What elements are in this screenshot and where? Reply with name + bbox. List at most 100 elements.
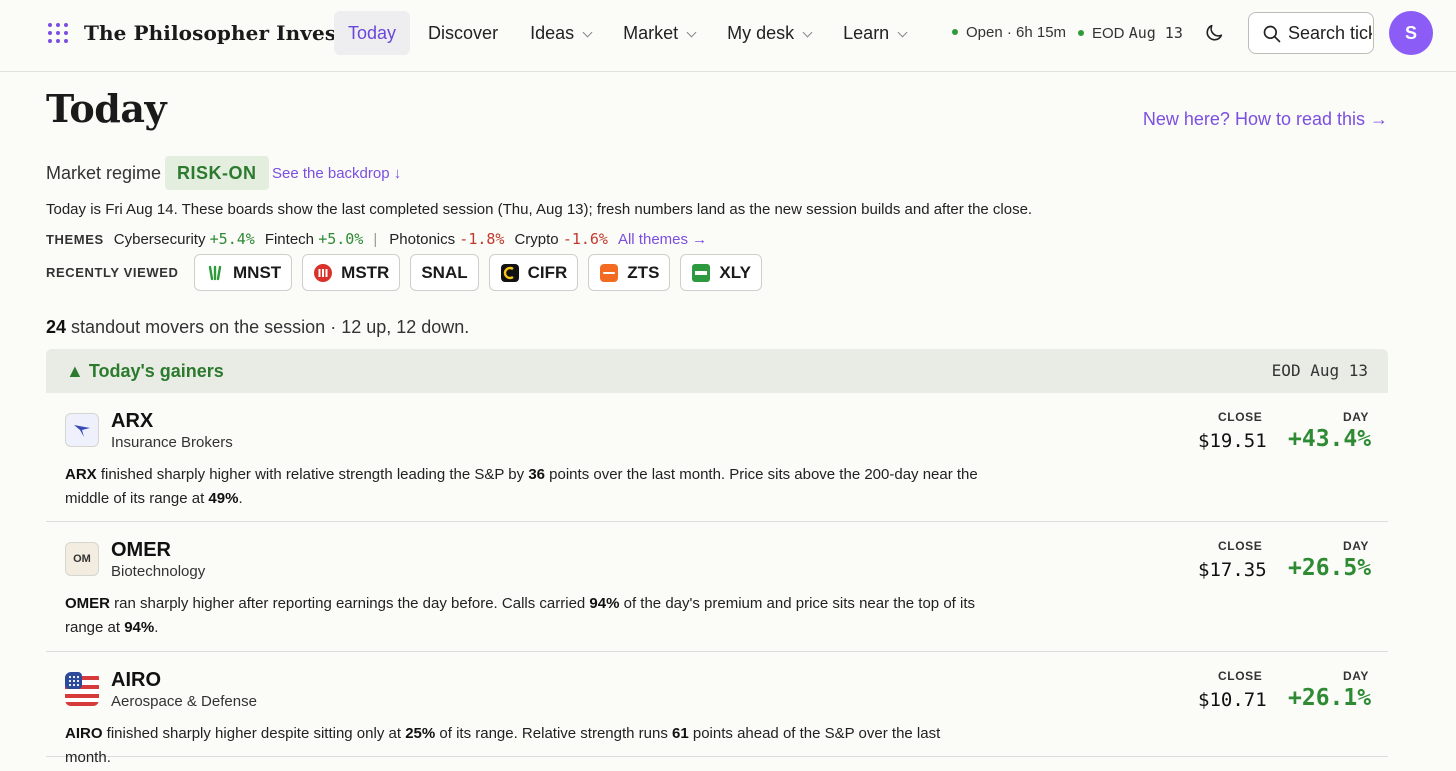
mover-card-airo[interactable]: AIRO Aerospace & Defense CLOSE DAY $10.7… (46, 652, 1388, 766)
close-label: CLOSE (1218, 669, 1263, 683)
omer-logo: OM (65, 542, 99, 576)
recent-chip-mnst[interactable]: MNST (194, 254, 293, 291)
market-status-text: Open · 6h 15m (966, 24, 1067, 41)
nav-my-desk[interactable]: My desk (713, 11, 825, 55)
nav-today[interactable]: Today (334, 11, 411, 55)
mover-ticker: ARX (111, 410, 154, 432)
nav-discover[interactable]: Discover (414, 11, 512, 55)
eod-status: EOD Aug 13 (1078, 24, 1183, 42)
recent-ticker: MNST (233, 262, 282, 282)
desc-part: ARX (65, 466, 97, 483)
dark-mode-moon-icon[interactable] (1203, 22, 1225, 44)
omer-logo-text: OM (73, 553, 91, 565)
movers-count: 24 (46, 317, 67, 337)
mover-card-arx[interactable]: ARX Insurance Brokers CLOSE DAY $19.51 +… (46, 393, 1388, 522)
us-flag-icon (65, 672, 99, 706)
monster-logo-icon (205, 262, 225, 283)
brand-logo-text[interactable]: The Philosopher Investor (84, 21, 370, 45)
recent-chip-mstr[interactable]: MSTR (302, 254, 401, 291)
search-input[interactable] (1288, 13, 1372, 53)
day-change: +43.4% (1288, 426, 1372, 452)
theme-change: +5.4% (209, 230, 255, 248)
status-dot-icon (952, 29, 958, 35)
theme-change: -1.8% (459, 230, 505, 248)
gainers-section-header: ▲ Today's gainers EOD Aug 13 (46, 349, 1388, 393)
theme-name: Cybersecurity (113, 231, 206, 248)
nav-market-label: Market (623, 23, 679, 43)
search-icon (1263, 25, 1281, 43)
see-backdrop-link[interactable]: See the backdrop ↓ (272, 165, 401, 182)
mover-description: ARX finished sharply higher with relativ… (65, 463, 985, 511)
day-change: +26.1% (1288, 685, 1372, 711)
app-grid-icon[interactable] (48, 23, 68, 43)
desc-part: finished sharply higher despite sitting … (102, 725, 406, 742)
cipher-logo-icon (500, 263, 519, 282)
theme-divider: | (373, 231, 378, 248)
theme-item[interactable]: Cybersecurity +5.4% (114, 230, 255, 248)
theme-change: +5.0% (318, 230, 364, 248)
mover-industry: Biotechnology (111, 563, 206, 580)
recent-ticker: MSTR (341, 262, 390, 282)
movers-summary: 24 standout movers on the session · 12 u… (46, 317, 469, 338)
nav-ideas[interactable]: Ideas (516, 11, 605, 55)
desc-part: AIRO (65, 725, 103, 742)
nav-learn[interactable]: Learn (829, 11, 920, 55)
theme-name: Fintech (264, 231, 315, 248)
chevron-down-icon (897, 27, 908, 38)
market-regime-badge: RISK-ON (165, 156, 269, 190)
search-box[interactable] (1248, 12, 1374, 54)
mover-description: AIRO finished sharply higher despite sit… (65, 722, 985, 770)
close-price: $10.71 (1198, 689, 1267, 711)
chevron-down-icon (802, 27, 813, 38)
recent-chip-zts[interactable]: ZTS (588, 254, 671, 291)
strategy-logo-icon (314, 263, 333, 282)
recent-chip-snal[interactable]: SNAL (410, 254, 479, 291)
mover-industry: Aerospace & Defense (111, 693, 257, 710)
chevron-down-icon (686, 27, 697, 38)
theme-item[interactable]: Fintech +5.0% (265, 230, 364, 248)
day-label: DAY (1343, 539, 1370, 553)
theme-name: Crypto (514, 231, 559, 248)
eod-date: Aug 13 (1128, 24, 1183, 42)
status-dot-icon (1078, 30, 1084, 36)
recently-viewed-list: MNST MSTR SNAL CIFR ZTS XLY (194, 254, 772, 291)
arx-bird-logo-icon (74, 425, 90, 437)
close-price: $19.51 (1198, 430, 1267, 452)
user-avatar[interactable]: S (1389, 11, 1433, 55)
theme-item[interactable]: Photonics -1.8% (389, 230, 504, 248)
all-themes-link[interactable]: All themes → (618, 231, 707, 248)
nav-market[interactable]: Market (609, 11, 709, 55)
how-to-read-link[interactable]: New here? How to read this → (1143, 109, 1388, 130)
desc-part: ran sharply higher after reporting earni… (110, 595, 590, 612)
desc-part: 94% (589, 595, 620, 612)
main-nav: Today Discover Ideas Market My desk Lear… (334, 11, 924, 55)
desc-part: 94% (124, 619, 155, 636)
zoetis-logo-icon (600, 263, 619, 282)
recently-viewed-label: RECENTLY VIEWED (46, 265, 179, 280)
movers-summary-text: standout movers on the session · 12 up, … (71, 317, 470, 337)
desc-part: 36 (528, 466, 545, 483)
chevron-down-icon (582, 27, 593, 38)
theme-item[interactable]: Crypto -1.6% (514, 230, 608, 248)
mover-description: OMER ran sharply higher after reporting … (65, 592, 985, 640)
desc-part: 25% (405, 725, 436, 742)
mover-card-omer[interactable]: OM OMER Biotechnology CLOSE DAY $17.35 +… (46, 522, 1388, 652)
market-regime-label: Market regime (46, 163, 162, 183)
desc-part: 49% (208, 490, 239, 507)
desc-part: finished sharply higher with relative st… (96, 466, 529, 483)
desc-part: 61 (672, 725, 689, 742)
recent-ticker: XLY (719, 262, 751, 282)
recent-chip-xly[interactable]: XLY (680, 254, 762, 291)
market-status: Open · 6h 15m (952, 24, 1066, 41)
day-label: DAY (1343, 669, 1370, 683)
themes-row: THEMES Cybersecurity +5.4% Fintech +5.0%… (46, 230, 707, 248)
nav-discover-label: Discover (428, 23, 499, 43)
recent-chip-cifr[interactable]: CIFR (488, 254, 579, 291)
desc-part: OMER (65, 595, 110, 612)
nav-learn-label: Learn (843, 23, 890, 43)
desc-part: . (154, 619, 159, 636)
themes-label: THEMES (46, 232, 104, 247)
spdr-logo-icon (692, 263, 711, 282)
nav-ideas-label: Ideas (530, 23, 575, 43)
recent-ticker: ZTS (627, 262, 660, 282)
